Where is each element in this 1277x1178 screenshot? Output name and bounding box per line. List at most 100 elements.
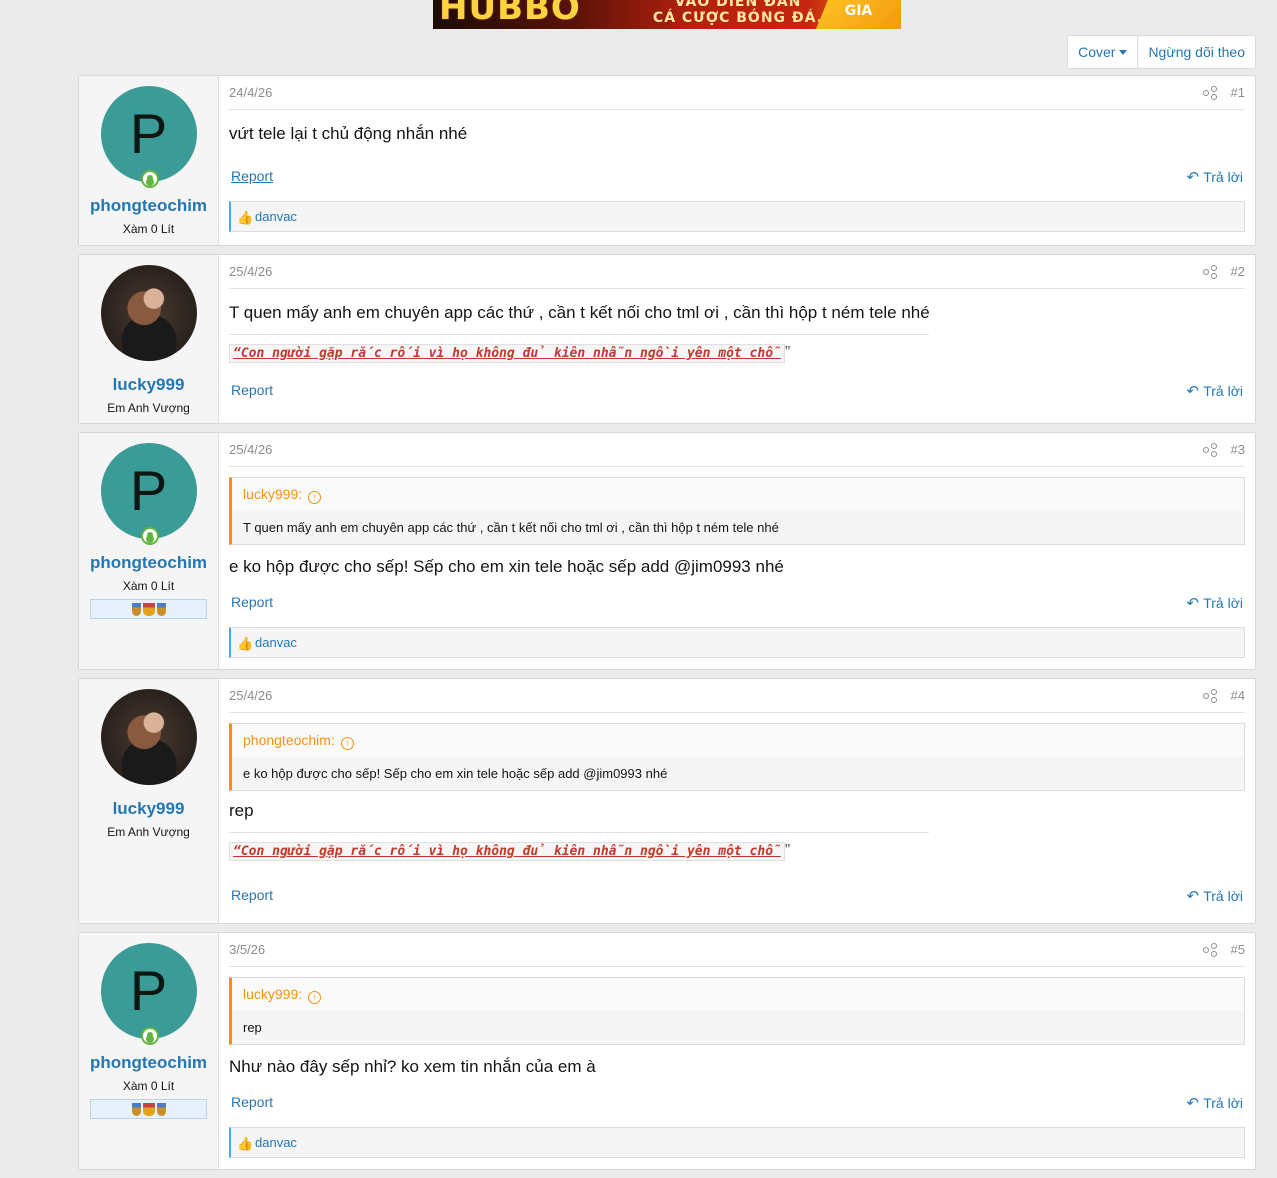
post-meta: 25/4/26 #3 [229, 433, 1245, 467]
post-body: e ko hộp được cho sếp! Sếp cho em xin te… [229, 557, 784, 576]
share-icon[interactable] [1202, 85, 1217, 100]
post-date[interactable]: 3/5/26 [229, 942, 1203, 957]
username-link[interactable]: phongteochim [79, 196, 218, 216]
share-icon[interactable] [1202, 942, 1217, 957]
avatar-letter: P [100, 943, 197, 1039]
signature-quote: “Con người gặp rắc rối vì họ không đủ ki… [229, 842, 785, 861]
reply-button[interactable]: Trả lời [1186, 594, 1243, 612]
user-title: Xàm 0 Lít [122, 222, 175, 236]
avatar[interactable]: P [100, 443, 197, 545]
post: lucky999 Em Anh Vượng 25/4/26 #4 phongte… [78, 678, 1256, 924]
report-link[interactable]: Report [231, 382, 273, 400]
avatar[interactable] [100, 689, 197, 785]
username-link[interactable]: phongteochim [79, 1053, 218, 1073]
report-link[interactable]: Report [231, 887, 273, 905]
avatar[interactable]: P [100, 943, 197, 1045]
post-body: rep [229, 801, 254, 820]
signature-quote: “Con người gặp rắc rối vì họ không đủ ki… [229, 344, 785, 363]
post-user-panel: P phongteochim Xàm 0 Lít [79, 76, 219, 245]
reply-button[interactable]: Trả lời [1186, 168, 1243, 186]
username-link[interactable]: lucky999 [79, 375, 218, 395]
reactions-bar: danvac [229, 201, 1245, 232]
post: P phongteochim Xàm 0 Lít 3/5/26 #5 lucky… [78, 932, 1256, 1170]
report-link[interactable]: Report [231, 168, 273, 186]
online-status-icon [140, 1027, 159, 1045]
post-date[interactable]: 25/4/26 [229, 264, 1203, 279]
post-user-panel: lucky999 Em Anh Vượng [79, 255, 219, 423]
post-date[interactable]: 24/4/26 [229, 85, 1203, 100]
post-main: 3/5/26 #5 lucky999: ↑ rep Như nào đây sếp… [219, 933, 1255, 1169]
report-link[interactable]: Report [231, 1094, 273, 1112]
post-body: T quen mấy anh em chuyên app các thứ , c… [229, 303, 930, 322]
caret-down-icon [1119, 50, 1128, 55]
arrow-up-icon[interactable]: ↑ [308, 491, 322, 504]
post-main: 25/4/26 #2 T quen mấy anh em chuyên app … [219, 255, 1255, 423]
reply-button[interactable]: Trả lời [1186, 382, 1243, 400]
reaction-user-link[interactable]: danvac [255, 1135, 297, 1150]
avatar-photo [100, 265, 197, 361]
share-icon[interactable] [1202, 264, 1217, 279]
medal-icon [156, 603, 166, 616]
reactions-bar: danvac [229, 1127, 1245, 1158]
medal-icon [142, 1103, 155, 1116]
share-icon[interactable] [1202, 688, 1217, 703]
medal-icon [156, 1103, 166, 1116]
quote-block: lucky999: ↑ T quen mấy anh em chuyên app … [229, 477, 1245, 545]
username-link[interactable]: phongteochim [79, 553, 218, 573]
reaction-user-link[interactable]: danvac [255, 209, 297, 224]
post-actions: Report Trả lời [229, 168, 1245, 186]
arrow-up-icon[interactable]: ↑ [308, 991, 322, 1004]
post-body: Như nào đây sếp nhỉ? ko xem tin nhắn của… [229, 1057, 596, 1076]
reply-button[interactable]: Trả lời [1186, 887, 1243, 905]
user-title: Em Anh Vượng [107, 401, 190, 415]
share-icon[interactable] [1202, 442, 1217, 457]
like-icon [237, 210, 251, 224]
quote-header[interactable]: lucky999: ↑ [232, 478, 1244, 511]
post-actions: Report Trả lời [229, 594, 1245, 612]
quote-header[interactable]: phongteochim: ↑ [232, 724, 1244, 757]
post-date[interactable]: 25/4/26 [229, 442, 1203, 457]
banner-cta[interactable]: GIA [816, 0, 901, 29]
post-main: 24/4/26 #1 vứt tele lại t chủ động nhắn … [219, 76, 1255, 245]
medal-icon [131, 603, 141, 616]
avatar[interactable]: P [100, 86, 197, 188]
user-title: Xàm 0 Lít [122, 1079, 175, 1093]
quote-block: lucky999: ↑ rep [229, 977, 1245, 1045]
quote-header[interactable]: lucky999: ↑ [232, 978, 1244, 1011]
post-main: 25/4/26 #4 phongteochim: ↑ e ko hộp được … [219, 679, 1255, 923]
banner-brand: HUBBO [439, 0, 581, 28]
user-title: Xàm 0 Lít [122, 579, 175, 593]
post-number[interactable]: #2 [1231, 264, 1245, 279]
thread-toolbar: Cover Ngừng dõi theo [1067, 35, 1256, 69]
avatar[interactable] [100, 265, 197, 361]
signature: “Con người gặp rắc rối vì họ không đủ ki… [229, 832, 929, 864]
post: P phongteochim Xàm 0 Lít 25/4/26 #3 luck… [78, 432, 1256, 670]
reply-button[interactable]: Trả lời [1186, 1094, 1243, 1112]
online-status-icon [140, 170, 159, 188]
medal-icon [142, 603, 155, 616]
post: lucky999 Em Anh Vượng 25/4/26 #2 T quen … [78, 254, 1256, 424]
unfollow-button[interactable]: Ngừng dõi theo [1137, 36, 1255, 68]
report-link[interactable]: Report [231, 594, 273, 612]
arrow-up-icon[interactable]: ↑ [340, 737, 354, 750]
post-list: P phongteochim Xàm 0 Lít 24/4/26 #1 vứt … [78, 75, 1256, 1178]
online-status-icon [140, 527, 159, 545]
post-number[interactable]: #1 [1231, 85, 1245, 100]
trophy-bar[interactable] [90, 1099, 207, 1119]
post-actions: Report Trả lời [229, 382, 1245, 400]
reaction-user-link[interactable]: danvac [255, 635, 297, 650]
post-user-panel: P phongteochim Xàm 0 Lít [79, 433, 219, 669]
trophy-bar[interactable] [90, 599, 207, 619]
post-actions: Report Trả lời [229, 1094, 1245, 1112]
like-icon [237, 1136, 251, 1150]
post-main: 25/4/26 #3 lucky999: ↑ T quen mấy anh em … [219, 433, 1255, 669]
post-meta: 3/5/26 #5 [229, 933, 1245, 967]
post-date[interactable]: 25/4/26 [229, 688, 1203, 703]
cover-dropdown-button[interactable]: Cover [1068, 36, 1137, 68]
post-number[interactable]: #5 [1231, 942, 1245, 957]
quote-text: T quen mấy anh em chuyên app các thứ , c… [232, 511, 1244, 544]
username-link[interactable]: lucky999 [79, 799, 218, 819]
post-number[interactable]: #3 [1231, 442, 1245, 457]
post-number[interactable]: #4 [1231, 688, 1245, 703]
ad-banner[interactable]: HUBBO VÀO DIỄN ĐÀN CÁ CƯỢC BÓNG ĐÁ. GIA [433, 0, 901, 29]
